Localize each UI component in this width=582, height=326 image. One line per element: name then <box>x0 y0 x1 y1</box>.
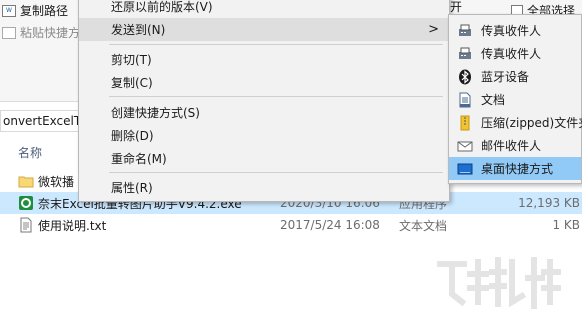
paste-shortcut-icon <box>2 26 16 39</box>
menu-item-rename[interactable]: 重命名(M) <box>79 147 449 170</box>
send-to-desktop-shortcut[interactable]: 桌面快捷方式 <box>449 157 581 180</box>
send-to-bluetooth[interactable]: 蓝牙设备 <box>449 65 581 88</box>
copy-path-label: 复制路径 <box>20 4 69 18</box>
send-to-fax-recipient[interactable]: 传真收件人 <box>449 19 581 42</box>
send-to-submenu: 传真收件人 传真收件人 蓝牙设备 文档 压缩(zipped)文件夹 邮件收件人 <box>448 14 582 184</box>
copy-path-icon: W <box>2 4 16 17</box>
fax-icon <box>457 23 473 39</box>
file-size: 1 KB <box>552 218 580 232</box>
file-type: 文本文档 <box>399 218 448 233</box>
menu-divider <box>109 44 443 45</box>
app-icon <box>18 195 34 211</box>
menu-divider <box>109 172 443 173</box>
copy-path-button[interactable]: W 复制路径 <box>2 2 68 19</box>
chevron-right-icon: > <box>428 22 439 37</box>
paste-shortcut-button[interactable]: 粘贴快捷方 <box>2 24 80 41</box>
column-header-name[interactable]: 名称 <box>18 144 42 161</box>
send-to-fax-recipient[interactable]: 传真收件人 <box>449 42 581 65</box>
address-bar[interactable]: onvertExcelTo <box>0 110 80 132</box>
mail-icon <box>457 138 473 154</box>
ribbon-partial: 开 <box>450 0 463 14</box>
menu-divider <box>109 96 443 97</box>
fax-icon <box>457 46 473 62</box>
address-text: onvertExcelTo <box>3 114 80 128</box>
menu-item-send-to[interactable]: 发送到(N) > <box>79 18 449 41</box>
menu-item-restore-versions[interactable]: 还原以前的版本(V) <box>79 0 449 18</box>
menu-item-properties[interactable]: 属性(R) <box>79 176 449 199</box>
folder-icon <box>18 173 34 189</box>
bluetooth-icon <box>457 69 473 85</box>
menu-item-cut[interactable]: 剪切(T) <box>79 48 449 71</box>
file-row[interactable]: 使用说明.txt 2017/5/24 16:08 文本文档 1 KB <box>0 214 582 236</box>
send-to-mail-recipient[interactable]: 邮件收件人 <box>449 134 581 157</box>
file-name: 使用说明.txt <box>38 218 107 233</box>
documents-icon <box>457 92 473 108</box>
menu-item-copy[interactable]: 复制(C) <box>79 71 449 94</box>
zip-folder-icon <box>457 115 473 131</box>
menu-item-create-shortcut[interactable]: 创建快捷方式(S) <box>79 101 449 124</box>
paste-shortcut-label: 粘贴快捷方 <box>20 26 81 40</box>
site-watermark-logo <box>437 257 561 309</box>
text-file-icon <box>18 217 34 233</box>
context-menu: 还原以前的版本(V) 发送到(N) > 剪切(T) 复制(C) 创建快捷方式(S… <box>78 0 450 202</box>
file-name: 微软播 <box>38 174 75 189</box>
file-size: 12,193 KB <box>518 196 580 210</box>
send-to-zip-folder[interactable]: 压缩(zipped)文件夹 <box>449 111 582 134</box>
desktop-icon <box>457 161 473 177</box>
send-to-documents[interactable]: 文档 <box>449 88 581 111</box>
menu-item-delete[interactable]: 删除(D) <box>79 124 449 147</box>
file-date: 2017/5/24 16:08 <box>280 218 380 232</box>
